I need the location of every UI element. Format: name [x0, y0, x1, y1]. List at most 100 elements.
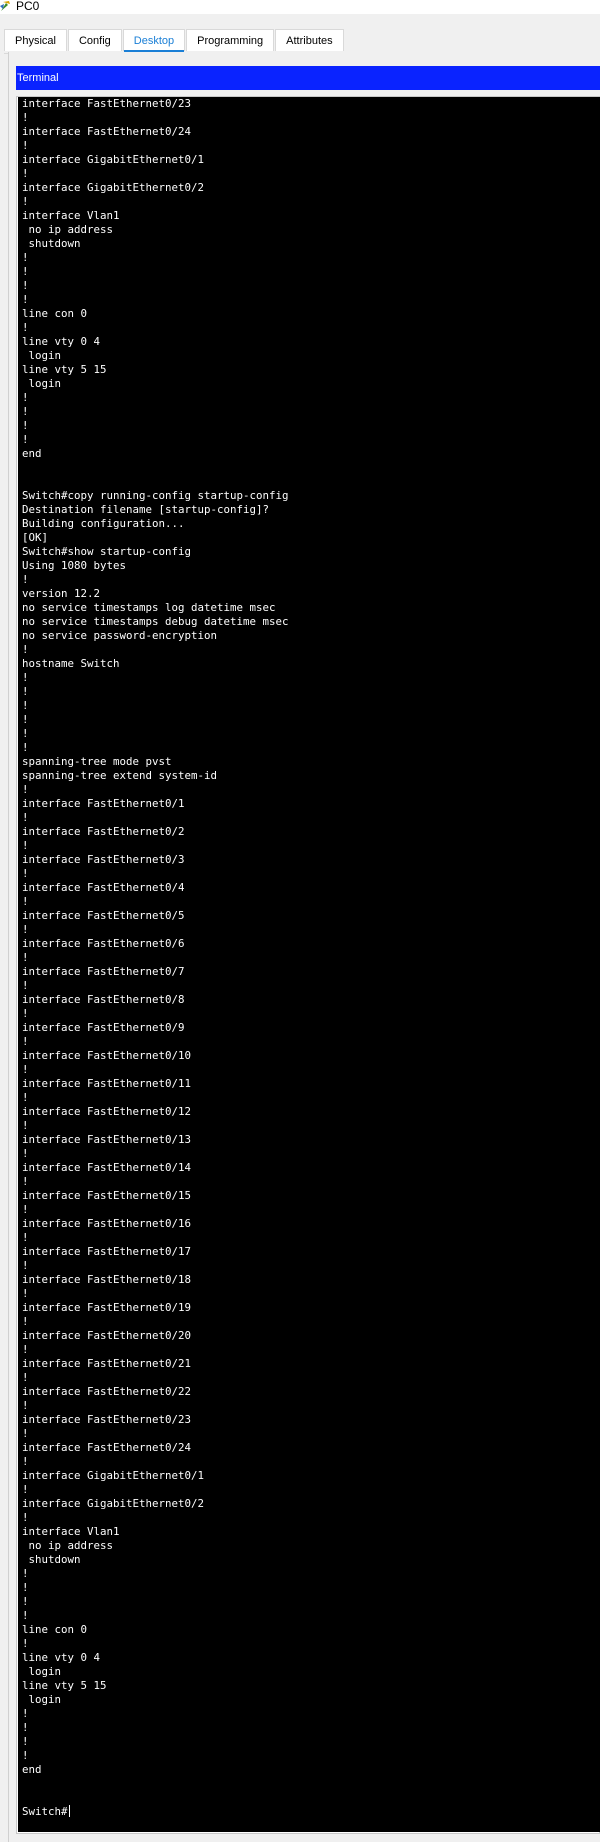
- terminal-line: interface FastEthernet0/1: [22, 797, 185, 810]
- terminal-line: !: [22, 643, 29, 656]
- terminal-line: !: [22, 1511, 29, 1524]
- terminal-line: interface FastEthernet0/19: [22, 1301, 192, 1314]
- terminal-line: !: [22, 111, 29, 124]
- terminal-line: no ip address: [22, 223, 114, 236]
- terminal-line: Switch#copy running-config startup-confi…: [22, 489, 289, 502]
- terminal-line: !: [22, 1595, 29, 1608]
- tab-desktop[interactable]: Desktop: [122, 29, 186, 53]
- terminal-line: !: [22, 1399, 29, 1412]
- terminal-line: !: [22, 1371, 29, 1384]
- terminal-line: !: [22, 419, 29, 432]
- terminal-line: interface FastEthernet0/23: [22, 97, 192, 110]
- terminal-line: interface FastEthernet0/12: [22, 1105, 192, 1118]
- terminal-line: !: [22, 265, 29, 278]
- terminal-line: !: [22, 167, 29, 180]
- tab-programming[interactable]: Programming: [186, 29, 275, 51]
- terminal-line: Building configuration...: [22, 517, 185, 530]
- terminal-line: interface FastEthernet0/18: [22, 1273, 192, 1286]
- terminal-output[interactable]: interface FastEthernet0/23! interface Fas…: [18, 97, 600, 1832]
- terminal-line: !: [22, 1287, 29, 1300]
- terminal-line: interface FastEthernet0/24: [22, 125, 192, 138]
- terminal-line: no service password-encryption: [22, 629, 218, 642]
- terminal-line: interface FastEthernet0/23: [22, 1413, 192, 1426]
- terminal-line: Switch#show startup-config: [22, 545, 192, 558]
- terminal-line: interface FastEthernet0/5: [22, 909, 185, 922]
- terminal-line: interface FastEthernet0/11: [22, 1077, 192, 1090]
- terminal-line: line vty 5 15: [22, 1679, 107, 1692]
- terminal-line: !: [22, 251, 29, 264]
- terminal-line: interface GigabitEthernet0/1: [22, 1469, 205, 1482]
- terminal-line: !: [22, 1455, 29, 1468]
- tab-physical[interactable]: Physical: [4, 29, 67, 51]
- terminal-line: !: [22, 1483, 29, 1496]
- terminal-line: !: [22, 1721, 29, 1734]
- terminal-line: interface FastEthernet0/24: [22, 1441, 192, 1454]
- terminal-line: !: [22, 1427, 29, 1440]
- terminal-line: !: [22, 1175, 29, 1188]
- terminal-line: !: [22, 1063, 29, 1076]
- terminal-line: !: [22, 1119, 29, 1132]
- terminal-line: Destination filename [startup-config]?: [22, 503, 270, 516]
- terminal-line: !: [22, 1707, 29, 1720]
- terminal-line: interface FastEthernet0/15: [22, 1189, 192, 1202]
- terminal-line: line vty 5 15: [22, 363, 107, 376]
- tab-config[interactable]: Config: [67, 29, 122, 51]
- terminal-line: line con 0: [22, 1623, 88, 1636]
- terminal-line: !: [22, 279, 29, 292]
- terminal-prompt-line[interactable]: Switch#: [22, 1805, 600, 1819]
- tab-bar: Physical Config Desktop Programming Attr…: [4, 29, 345, 54]
- terminal-line: !: [22, 839, 29, 852]
- terminal-line: !: [22, 293, 29, 306]
- terminal-line: line con 0: [22, 307, 88, 320]
- terminal-line: interface FastEthernet0/16: [22, 1217, 192, 1230]
- terminal-line: interface FastEthernet0/21: [22, 1357, 192, 1370]
- terminal-line: !: [22, 1749, 29, 1762]
- terminal-line: line vty 0 4: [22, 335, 101, 348]
- terminal-line: interface FastEthernet0/2: [22, 825, 185, 838]
- terminal-line: !: [22, 1259, 29, 1272]
- terminal-line: hostname Switch: [22, 657, 120, 670]
- terminal-line: no service timestamps log datetime msec: [22, 601, 276, 614]
- terminal-line: interface FastEthernet0/4: [22, 881, 185, 894]
- terminal-line: !: [22, 811, 29, 824]
- terminal-line: no service timestamps debug datetime mse…: [22, 615, 289, 628]
- terminal-prompt: Switch#: [22, 1805, 68, 1818]
- terminal-line: !: [22, 1007, 29, 1020]
- terminal-line: !: [22, 867, 29, 880]
- terminal-line: login: [22, 1693, 62, 1706]
- terminal-line: !: [22, 1567, 29, 1580]
- terminal-line: no ip address: [22, 1539, 114, 1552]
- terminal-line: interface FastEthernet0/20: [22, 1329, 192, 1342]
- terminal-line: interface FastEthernet0/7: [22, 965, 185, 978]
- terminal-line: !: [22, 685, 29, 698]
- terminal-text: interface FastEthernet0/23! interface Fas…: [18, 97, 600, 1819]
- terminal-line: !: [22, 741, 29, 754]
- terminal-line: !: [22, 671, 29, 684]
- terminal-line: !: [22, 1637, 29, 1650]
- terminal-line: !: [22, 321, 29, 334]
- window-title: PC0: [16, 0, 40, 13]
- terminal-line: !: [22, 895, 29, 908]
- terminal-line: line vty 0 4: [22, 1651, 101, 1664]
- terminal-line: !: [22, 783, 29, 796]
- terminal-line: !: [22, 1091, 29, 1104]
- terminal-line: version 12.2: [22, 587, 101, 600]
- terminal-line: !: [22, 1147, 29, 1160]
- terminal-line: end: [22, 447, 42, 460]
- terminal-line: interface Vlan1: [22, 209, 120, 222]
- terminal-line: !: [22, 1203, 29, 1216]
- terminal-line: interface FastEthernet0/8: [22, 993, 185, 1006]
- text-cursor: [68, 1805, 70, 1817]
- terminal-line: !: [22, 391, 29, 404]
- terminal-line: !: [22, 979, 29, 992]
- terminal-line: !: [22, 1609, 29, 1622]
- tab-attributes[interactable]: Attributes: [275, 29, 344, 51]
- terminal-line: interface FastEthernet0/9: [22, 1021, 185, 1034]
- terminal-line: interface FastEthernet0/6: [22, 937, 185, 950]
- terminal-line: login: [22, 1665, 62, 1678]
- terminal-line: Using 1080 bytes: [22, 559, 127, 572]
- terminal-line: interface FastEthernet0/13: [22, 1133, 192, 1146]
